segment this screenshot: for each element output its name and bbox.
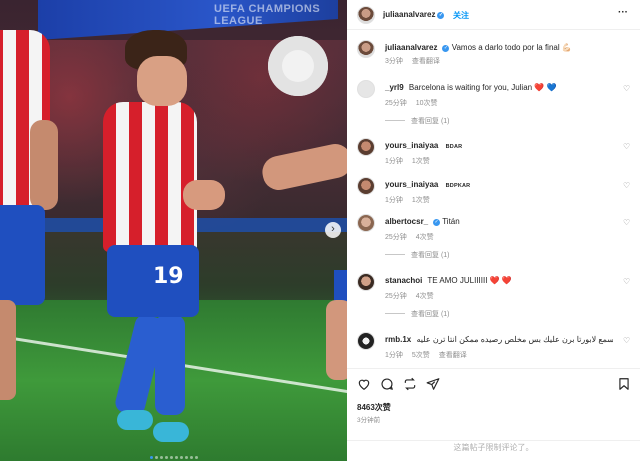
verified-icon: ✓ [433,219,441,226]
repost-icon[interactable] [403,377,417,391]
share-icon[interactable] [426,377,440,391]
heart-emoji: ❤️ ❤️ [489,276,512,285]
like-icon[interactable] [357,377,371,391]
author-username[interactable]: juliaanalvarez ✓ [383,10,445,19]
carousel-dot [194,456,198,459]
view-replies-link[interactable]: 查看回复 (1) [385,309,450,319]
like-comment-icon[interactable]: ♡ [623,218,630,227]
comment-likes[interactable]: 10次赞 [416,100,438,107]
save-icon[interactable] [617,377,631,391]
like-comment-icon[interactable]: ♡ [623,84,630,93]
carousel-dot [149,456,153,459]
post-time: 3分钟前 [357,417,381,424]
view-replies-link[interactable]: 查看回复 (1) [385,116,450,126]
carousel-dot [159,456,163,459]
comment-text: Titán [442,217,460,226]
author-avatar[interactable] [357,40,375,58]
comment-time: 1分钟 [385,352,403,359]
post-header: juliaanalvarez ✓ 关注 ··· [347,0,640,30]
carousel-dot [184,456,188,459]
verified-icon: ✓ [437,12,445,19]
heart-emoji: ❤️ 💙 [534,83,557,92]
carousel-dots [0,452,347,461]
caption-text: Vamos a darlo todo por la final 💪🏻 [451,43,572,52]
carousel-dot [164,456,168,459]
post-photo[interactable]: UEFA CHAMPIONS LEAGUE 19 › [0,0,347,461]
commenter-avatar[interactable] [357,273,375,291]
follow-button[interactable]: 关注 [453,10,469,21]
player-right-leg [326,300,347,380]
comments-limited-notice: 这篇帖子限制评论了。 [347,440,640,461]
comment-icon[interactable] [380,377,394,391]
comment-tag: BDPKAR [445,183,471,189]
comment-text: اسمع لابورتا برن عليك بس مخلص رصيده ممكن… [416,335,613,344]
commenter-avatar[interactable] [357,214,375,232]
more-options-icon[interactable]: ··· [618,7,628,18]
like-comment-icon[interactable]: ♡ [623,142,630,151]
commenter-username[interactable]: _yrl9 [385,83,404,92]
caption-username[interactable]: juliaanalvarez [385,43,437,52]
commenter-avatar[interactable] [357,177,375,195]
caption-time: 3分钟 [385,58,403,65]
commenter-avatar[interactable] [357,138,375,156]
next-image-button[interactable]: › [325,222,341,238]
like-count[interactable]: 8463次赞 [357,402,391,413]
commenter-avatar[interactable] [357,332,375,350]
view-replies-link[interactable]: 查看回复 (1) [385,250,450,260]
commenter-username[interactable]: yours_inaiyaa [385,141,438,150]
author-avatar[interactable] [357,6,375,24]
comment-tag: BDAR [445,144,463,150]
carousel-dot [179,456,183,459]
see-translation-link[interactable]: 查看翻译 [412,58,440,65]
post-side-panel: juliaanalvarez ✓ 关注 ··· juliaanalvarez ✓ V… [347,0,640,461]
like-comment-icon[interactable]: ♡ [623,336,630,345]
comment-time: 1分钟 [385,197,403,204]
commenter-avatar[interactable] [357,80,375,98]
banner-text: UEFA CHAMPIONS LEAGUE [214,3,321,27]
comment-text: Barcelona is waiting for you, Julian [408,83,533,92]
commenter-username[interactable]: yours_inaiyaa [385,180,438,189]
carousel-dot [174,456,178,459]
carousel-dot [169,456,173,459]
verified-icon: ✓ [442,45,450,52]
comment-time: 1分钟 [385,158,403,165]
camera-lens [268,36,328,96]
commenter-username[interactable]: rmb.1x [385,335,411,344]
comment-time: 25分钟 [385,234,407,241]
comment-likes[interactable]: 4次赞 [416,293,434,300]
jersey-number: 19 [153,264,184,289]
comment-likes[interactable]: 5次赞 [412,352,430,359]
carousel-dot [154,456,158,459]
comment-time: 25分钟 [385,100,407,107]
commenter-username[interactable]: albertocsr_ [385,217,428,226]
comment-text: TE AMO JULIIIIII [427,276,488,285]
comment-likes[interactable]: 4次赞 [416,234,434,241]
see-translation-link[interactable]: 查看翻译 [439,352,467,359]
comment-likes[interactable]: 1次赞 [412,197,430,204]
player-main: 19 [95,30,225,461]
commenter-username[interactable]: stanachoi [385,276,422,285]
comment-time: 25分钟 [385,293,407,300]
player-left [0,0,60,461]
comment-likes[interactable]: 1次赞 [412,158,430,165]
like-comment-icon[interactable]: ♡ [623,181,630,190]
like-comment-icon[interactable]: ♡ [623,277,630,286]
carousel-dot [189,456,193,459]
